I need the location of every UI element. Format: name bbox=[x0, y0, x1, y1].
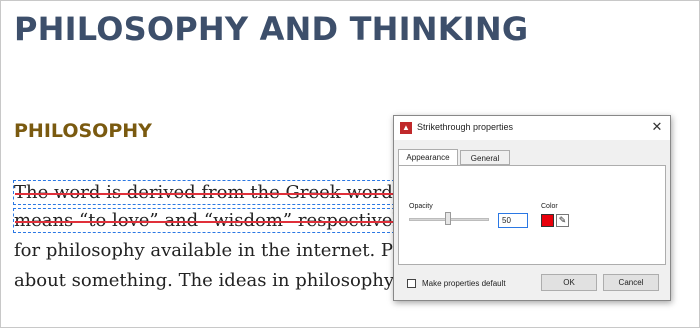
make-default-checkbox[interactable] bbox=[407, 279, 416, 288]
tab-general[interactable]: General bbox=[460, 150, 510, 165]
dialog-titlebar[interactable]: ▲ Strikethrough properties ✕ bbox=[394, 116, 670, 140]
close-icon[interactable]: ✕ bbox=[650, 120, 664, 134]
acrobat-icon: ▲ bbox=[400, 122, 412, 134]
page-title: PHILOSOPHY AND THINKING bbox=[14, 10, 529, 48]
paragraph-line-4: about something. The ideas in philosophy… bbox=[14, 270, 420, 291]
pencil-icon[interactable]: ✎ bbox=[556, 214, 569, 227]
section-heading: PHILOSOPHY bbox=[14, 120, 152, 142]
dialog-title: Strikethrough properties bbox=[417, 122, 514, 132]
color-label: Color bbox=[541, 203, 558, 210]
paragraph-line-3: for philosophy available in the internet… bbox=[14, 240, 417, 261]
strikethrough-line-2 bbox=[15, 221, 393, 223]
opacity-slider-thumb[interactable] bbox=[445, 212, 451, 225]
strikethrough-line-1 bbox=[15, 193, 393, 195]
appearance-panel: Opacity 50 Color ✎ bbox=[398, 165, 666, 265]
cancel-button[interactable]: Cancel bbox=[603, 274, 659, 291]
make-default-label: Make properties default bbox=[422, 279, 506, 288]
opacity-label: Opacity bbox=[409, 203, 433, 210]
ok-button[interactable]: OK bbox=[541, 274, 597, 291]
color-swatch[interactable] bbox=[541, 214, 554, 227]
strikethrough-properties-dialog: ▲ Strikethrough properties ✕ Appearance … bbox=[393, 115, 671, 301]
tab-appearance[interactable]: Appearance bbox=[398, 149, 458, 166]
opacity-input[interactable]: 50 bbox=[498, 213, 528, 228]
